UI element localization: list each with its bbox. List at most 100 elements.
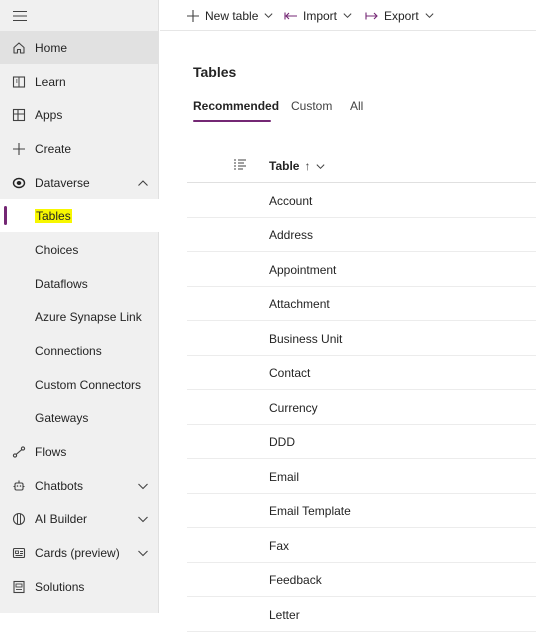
nav-label-flows: Flows bbox=[35, 444, 67, 459]
table-name: Fax bbox=[269, 539, 290, 553]
nav-label-solutions: Solutions bbox=[35, 579, 85, 594]
table-row[interactable]: Account bbox=[187, 184, 536, 218]
ai-builder-icon bbox=[11, 511, 27, 527]
table-name: Business Unit bbox=[269, 332, 343, 346]
nav-label-gateways: Gateways bbox=[35, 410, 89, 425]
active-tab-indicator bbox=[193, 120, 271, 122]
table-name: Email Template bbox=[269, 504, 351, 518]
nav-label-azure-synapse-link: Azure Synapse Link bbox=[35, 309, 142, 324]
home-icon bbox=[11, 40, 27, 56]
nav-item-apps[interactable]: Apps bbox=[0, 98, 159, 131]
nav-item-azure-synapse-link[interactable]: Azure Synapse Link bbox=[0, 300, 159, 333]
table-row[interactable]: Email bbox=[187, 460, 536, 494]
nav-label-learn: Learn bbox=[35, 74, 66, 89]
nav-label-dataverse: Dataverse bbox=[35, 175, 90, 190]
column-options-icon[interactable] bbox=[233, 158, 247, 172]
book-icon bbox=[11, 74, 27, 90]
apps-icon bbox=[11, 107, 27, 123]
table-name: Letter bbox=[269, 608, 300, 622]
nav-item-solutions[interactable]: Solutions bbox=[0, 570, 159, 603]
table-row[interactable]: Appointment bbox=[187, 253, 536, 287]
tab-all[interactable]: All bbox=[350, 99, 363, 113]
nav-label-apps: Apps bbox=[35, 107, 63, 122]
nav-label-dataflows: Dataflows bbox=[35, 276, 88, 291]
command-bar: New table Import Export bbox=[160, 0, 536, 31]
sort-ascending-icon: ↑ bbox=[304, 159, 311, 173]
nav-item-flows[interactable]: Flows bbox=[0, 435, 159, 468]
chevron-down-icon bbox=[264, 13, 273, 19]
import-label: Import bbox=[303, 8, 338, 23]
table-name: Feedback bbox=[269, 573, 322, 587]
nav-item-create[interactable]: Create bbox=[0, 132, 159, 165]
table-name: Contact bbox=[269, 366, 311, 380]
nav-item-custom-connectors[interactable]: Custom Connectors bbox=[0, 368, 159, 401]
table-header: Table ↑ bbox=[187, 149, 536, 183]
cards-icon bbox=[11, 545, 27, 561]
tab-recommended[interactable]: Recommended bbox=[193, 99, 279, 113]
nav-label-create: Create bbox=[35, 141, 72, 156]
nav-label-chatbots: Chatbots bbox=[35, 478, 84, 493]
solutions-icon bbox=[11, 579, 27, 595]
bot-icon bbox=[11, 478, 27, 494]
nav-label-choices: Choices bbox=[35, 242, 79, 257]
chevron-up-icon[interactable] bbox=[136, 176, 150, 190]
table-name: Attachment bbox=[269, 297, 330, 311]
table-name: Account bbox=[269, 194, 313, 208]
dataverse-icon bbox=[11, 175, 27, 191]
chevron-down-icon[interactable] bbox=[136, 512, 150, 526]
nav-label-ai-builder: AI Builder bbox=[35, 511, 88, 526]
chevron-down-icon bbox=[343, 13, 352, 19]
table-row[interactable]: Letter bbox=[187, 598, 536, 632]
nav-item-choices[interactable]: Choices bbox=[0, 233, 159, 266]
column-header-table[interactable]: Table ↑ bbox=[269, 159, 326, 173]
table-row[interactable]: Feedback bbox=[187, 563, 536, 597]
plus-icon bbox=[11, 141, 27, 157]
table-name: Email bbox=[269, 470, 300, 484]
table-name: Appointment bbox=[269, 263, 337, 277]
column-header-label: Table bbox=[269, 159, 300, 173]
nav-label-cards: Cards (preview) bbox=[35, 545, 120, 560]
nav-item-gateways[interactable]: Gateways bbox=[0, 401, 159, 434]
nav-item-chatbots[interactable]: Chatbots bbox=[0, 469, 159, 502]
page-title: Tables bbox=[193, 64, 237, 80]
chevron-down-icon bbox=[425, 13, 434, 19]
table-row[interactable]: Currency bbox=[187, 391, 536, 425]
table-row[interactable]: Address bbox=[187, 218, 536, 252]
tab-custom[interactable]: Custom bbox=[291, 99, 332, 113]
table-name: Currency bbox=[269, 401, 318, 415]
chevron-down-icon bbox=[316, 163, 325, 169]
import-button[interactable]: Import bbox=[284, 0, 353, 31]
export-label: Export bbox=[384, 8, 419, 23]
table-row[interactable]: Contact bbox=[187, 356, 536, 390]
nav-item-dataflows[interactable]: Dataflows bbox=[0, 267, 159, 300]
new-table-button[interactable]: New table bbox=[186, 0, 274, 31]
nav-item-cards[interactable]: Cards (preview) bbox=[0, 536, 159, 569]
chevron-down-icon[interactable] bbox=[136, 546, 150, 560]
export-icon bbox=[365, 12, 378, 19]
import-icon bbox=[284, 12, 297, 19]
table-name: DDD bbox=[269, 435, 295, 449]
chevron-down-icon[interactable] bbox=[136, 479, 150, 493]
table-row[interactable]: Fax bbox=[187, 529, 536, 563]
table-row[interactable]: Email Template bbox=[187, 494, 536, 528]
table-row[interactable]: Business Unit bbox=[187, 322, 536, 356]
nav-item-tables[interactable]: Tables bbox=[0, 199, 159, 232]
highlight-marker: Tables bbox=[35, 208, 72, 223]
nav-label-tables: Tables bbox=[35, 208, 72, 223]
nav-item-learn[interactable]: Learn bbox=[0, 65, 159, 98]
nav-item-connections[interactable]: Connections bbox=[0, 334, 159, 367]
new-table-label: New table bbox=[205, 8, 259, 23]
table-row[interactable]: DDD bbox=[187, 425, 536, 459]
nav-item-dataverse[interactable]: Dataverse bbox=[0, 166, 159, 199]
selection-indicator bbox=[4, 206, 7, 225]
nav-label-custom-connectors: Custom Connectors bbox=[35, 377, 142, 392]
nav-item-home[interactable]: Home bbox=[0, 31, 159, 64]
export-button[interactable]: Export bbox=[365, 0, 435, 31]
plus-icon bbox=[187, 9, 199, 22]
left-navigation: Home Learn Apps Create Dataverse Tables … bbox=[0, 0, 159, 613]
hamburger-icon[interactable] bbox=[12, 8, 28, 24]
nav-label-connections: Connections bbox=[35, 343, 102, 358]
nav-item-ai-builder[interactable]: AI Builder bbox=[0, 502, 159, 535]
table-name: Address bbox=[269, 228, 314, 242]
table-row[interactable]: Attachment bbox=[187, 287, 536, 321]
